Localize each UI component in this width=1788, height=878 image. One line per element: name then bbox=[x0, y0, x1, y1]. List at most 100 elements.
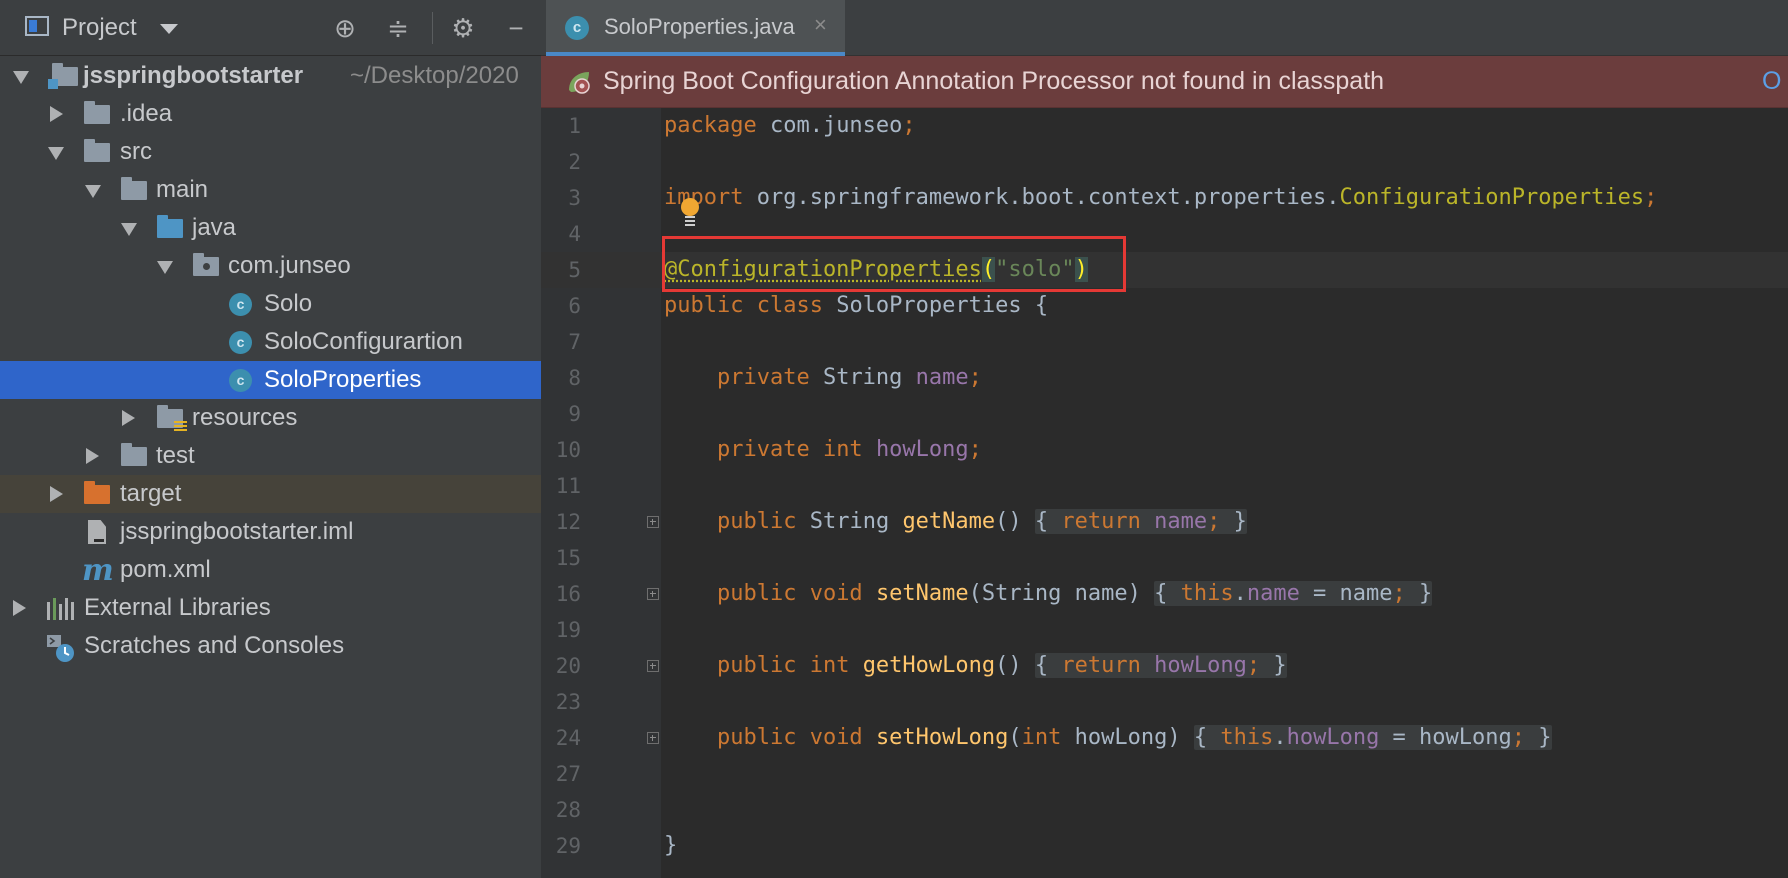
code-text: public void setName(String name) { this.… bbox=[716, 581, 1433, 606]
module-folder-icon bbox=[48, 63, 78, 89]
tree-item-resources[interactable]: resources bbox=[0, 399, 541, 437]
fold-toggle-icon[interactable] bbox=[647, 588, 659, 600]
tree-item-label: src bbox=[120, 138, 152, 165]
expand-arrow-icon[interactable] bbox=[85, 185, 101, 198]
line-number: 3 bbox=[568, 186, 581, 210]
class-icon: c bbox=[565, 16, 589, 40]
spring-boot-icon bbox=[569, 72, 590, 94]
line-number: 23 bbox=[555, 690, 581, 714]
line-number: 16 bbox=[555, 582, 581, 606]
locate-crosshair-icon[interactable]: ⊕ bbox=[329, 12, 361, 44]
code-line: 8 private String name; bbox=[541, 360, 1788, 396]
class-icon: c bbox=[229, 331, 252, 354]
line-number: 7 bbox=[568, 330, 581, 354]
gear-icon[interactable]: ⚙ bbox=[447, 12, 479, 44]
tree-item-iml-file[interactable]: jsspringbootstarter.iml bbox=[0, 513, 541, 551]
tree-item-solo-properties[interactable]: c SoloProperties bbox=[0, 361, 541, 399]
code-text: public int getHowLong() { return howLong… bbox=[716, 653, 1287, 678]
project-panel-title[interactable]: Project bbox=[62, 14, 137, 42]
line-number: 29 bbox=[555, 834, 581, 858]
project-path-hint: ~/Desktop/2020 bbox=[350, 62, 519, 89]
tree-item-external-libraries[interactable]: External Libraries bbox=[0, 589, 541, 627]
code-line: 2 bbox=[541, 144, 1788, 180]
code-line: 6 public class SoloProperties { bbox=[541, 288, 1788, 324]
scratches-icon bbox=[47, 635, 74, 662]
code-line: 23 bbox=[541, 684, 1788, 720]
code-text: public String getName() { return name; } bbox=[716, 509, 1247, 534]
line-number: 11 bbox=[555, 474, 581, 498]
folded-body[interactable]: { return howLong; } bbox=[1034, 653, 1287, 678]
tree-item-solo-configuration[interactable]: c SoloConfigurartion bbox=[0, 323, 541, 361]
code-line: 28 bbox=[541, 792, 1788, 828]
tab-label: SoloProperties.java bbox=[604, 14, 795, 39]
code-line: 15 bbox=[541, 540, 1788, 576]
tree-item-pom[interactable]: m pom.xml bbox=[0, 551, 541, 589]
line-number: 27 bbox=[555, 762, 581, 786]
close-icon[interactable]: × bbox=[814, 12, 827, 38]
tree-item-label: .idea bbox=[120, 100, 173, 127]
collapse-arrow-icon[interactable] bbox=[50, 486, 63, 502]
line-number: 19 bbox=[555, 618, 581, 642]
line-number: 5 bbox=[568, 258, 581, 282]
collapse-all-icon[interactable]: ≑ bbox=[382, 12, 414, 44]
folder-icon bbox=[84, 139, 110, 162]
collapse-arrow-icon[interactable] bbox=[13, 600, 26, 616]
chevron-down-icon[interactable] bbox=[160, 24, 178, 34]
lightbulb-icon[interactable] bbox=[681, 198, 699, 226]
folded-body[interactable]: { this.name = name; } bbox=[1154, 581, 1433, 606]
tree-item-label: jsspringbootstarter bbox=[83, 62, 304, 89]
tree-item-test[interactable]: test bbox=[0, 437, 541, 475]
line-number: 6 bbox=[568, 294, 581, 318]
folder-icon bbox=[121, 443, 147, 466]
expand-arrow-icon[interactable] bbox=[13, 71, 29, 84]
line-number: 1 bbox=[568, 114, 581, 138]
code-line: 10 private int howLong; bbox=[541, 432, 1788, 468]
code-text: public class SoloProperties { bbox=[664, 293, 1049, 318]
tree-item-idea[interactable]: .idea bbox=[0, 95, 541, 133]
code-text: package com.junseo; bbox=[664, 113, 916, 138]
line-number: 10 bbox=[555, 438, 581, 462]
collapse-arrow-icon[interactable] bbox=[50, 106, 63, 122]
code-line: 12 public String getName() { return name… bbox=[541, 504, 1788, 540]
tree-item-label: Scratches and Consoles bbox=[84, 632, 345, 659]
expand-arrow-icon[interactable] bbox=[157, 261, 173, 274]
folder-icon bbox=[121, 177, 147, 200]
collapse-arrow-icon[interactable] bbox=[86, 448, 99, 464]
code-text: import org.springframework.boot.context.… bbox=[664, 185, 1658, 210]
tree-item-scratches[interactable]: Scratches and Consoles bbox=[0, 627, 541, 665]
class-icon: c bbox=[229, 369, 252, 392]
folded-body[interactable]: { return name; } bbox=[1034, 509, 1247, 534]
class-icon: c bbox=[229, 293, 252, 316]
tree-item-label: Solo bbox=[264, 290, 313, 317]
folded-body[interactable]: { this.howLong = howLong; } bbox=[1193, 725, 1552, 750]
fold-toggle-icon[interactable] bbox=[647, 516, 659, 528]
minimize-icon[interactable]: − bbox=[500, 12, 532, 44]
excluded-folder-icon bbox=[84, 481, 110, 504]
notification-link[interactable]: O bbox=[1762, 67, 1781, 96]
tree-item-label: main bbox=[156, 176, 209, 203]
tree-item-java[interactable]: java bbox=[0, 209, 541, 247]
tree-item-project-root[interactable]: jsspringbootstarter ~/Desktop/2020 bbox=[0, 57, 541, 95]
expand-arrow-icon[interactable] bbox=[48, 147, 64, 160]
highlight-annotation-box bbox=[662, 236, 1126, 292]
tab-solo-properties[interactable]: c SoloProperties.java × bbox=[546, 0, 845, 56]
module-file-icon bbox=[88, 520, 106, 544]
tree-item-label: resources bbox=[192, 404, 298, 431]
line-number: 24 bbox=[555, 726, 581, 750]
tree-item-package[interactable]: com.junseo bbox=[0, 247, 541, 285]
collapse-arrow-icon[interactable] bbox=[122, 410, 135, 426]
tree-item-label: com.junseo bbox=[228, 252, 351, 279]
code-line: 3 import org.springframework.boot.contex… bbox=[541, 180, 1788, 216]
code-line: 1 package com.junseo; bbox=[541, 108, 1788, 144]
line-number: 15 bbox=[555, 546, 581, 570]
tree-item-target[interactable]: target bbox=[0, 475, 541, 513]
fold-toggle-icon[interactable] bbox=[647, 732, 659, 744]
code-editor[interactable]: 1 package com.junseo; 2 3 import org.spr… bbox=[541, 108, 1788, 878]
expand-arrow-icon[interactable] bbox=[121, 223, 137, 236]
tree-item-main[interactable]: main bbox=[0, 171, 541, 209]
code-line: 27 bbox=[541, 756, 1788, 792]
fold-toggle-icon[interactable] bbox=[647, 660, 659, 672]
tree-item-solo[interactable]: c Solo bbox=[0, 285, 541, 323]
code-text: public void setHowLong(int howLong) { th… bbox=[716, 725, 1552, 750]
tree-item-src[interactable]: src bbox=[0, 133, 541, 171]
